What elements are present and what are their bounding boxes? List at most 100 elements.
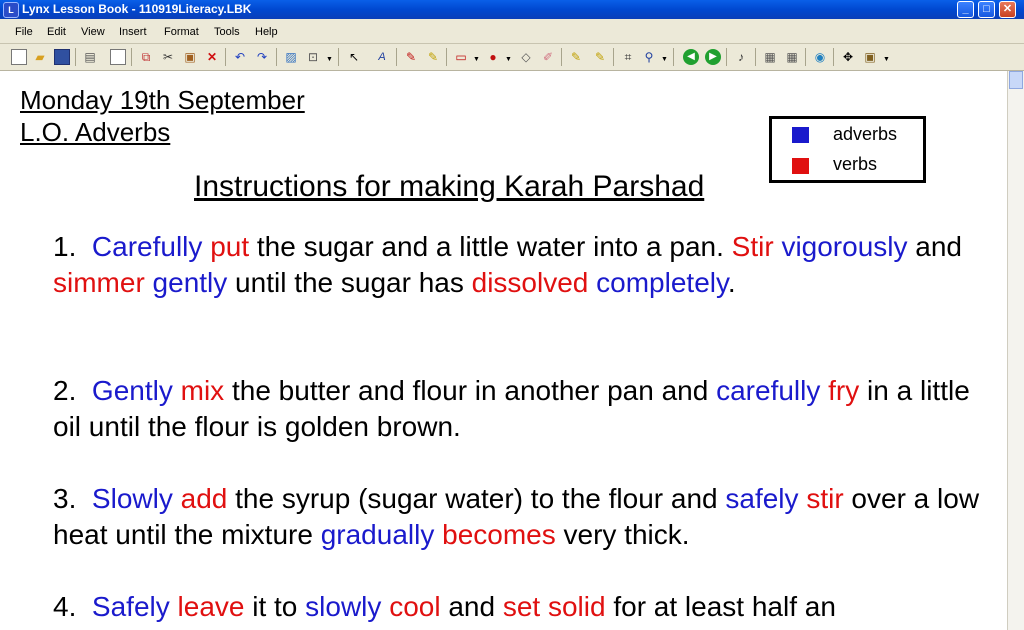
- link-icon[interactable]: ⚲: [641, 49, 657, 65]
- instruction-text: [588, 267, 596, 298]
- instruction-text: the syrup (sugar water) to the flour and: [227, 483, 726, 514]
- menu-file[interactable]: File: [15, 26, 33, 38]
- instruction-text: for at least half an: [605, 591, 836, 622]
- instruction-text: the butter and flour in another pan and: [224, 375, 717, 406]
- forward-icon[interactable]: ▶: [705, 49, 721, 65]
- open-icon[interactable]: ▰: [32, 49, 48, 65]
- verb-word: add: [180, 483, 228, 514]
- back-icon[interactable]: ◀: [683, 49, 699, 65]
- verb-word: mix: [180, 375, 225, 406]
- step-number: 2.: [53, 375, 92, 406]
- toolbar: ▰ ▤ ⧉ ✂ ▣ ✕ ↶ ↷ ▨ ⊡ ▼ ↖ A ✎ ✎ ▭ ▼ ● ▼ ◇ …: [0, 44, 1024, 71]
- vertical-scrollbar[interactable]: [1007, 71, 1024, 630]
- scrollbar-thumb[interactable]: [1009, 71, 1023, 89]
- window-title: Lynx Lesson Book - 110919Literacy.LBK: [22, 2, 252, 16]
- cut-icon[interactable]: ✂: [160, 49, 176, 65]
- text-style-icon[interactable]: A: [374, 49, 390, 65]
- legend-label-adverbs: adverbs: [833, 124, 898, 144]
- calculator-icon[interactable]: ▦: [784, 49, 800, 65]
- adverb-word: safely: [725, 483, 799, 514]
- adverb-word: Slowly: [91, 483, 173, 514]
- instruction-text: very thick.: [555, 519, 690, 550]
- verb-word: put: [210, 231, 250, 262]
- save-icon[interactable]: [54, 49, 70, 65]
- instruction-text: until the sugar has: [227, 267, 472, 298]
- select-arrow-icon[interactable]: ↖: [346, 49, 362, 65]
- close-button[interactable]: ✕: [999, 1, 1016, 18]
- adverb-word: Gently: [91, 375, 173, 406]
- legend-label-verbs: verbs: [833, 154, 878, 174]
- redo-icon[interactable]: ↷: [254, 49, 270, 65]
- move-icon[interactable]: ✥: [840, 49, 856, 65]
- step-number: 3.: [53, 483, 92, 514]
- adverb-word: Safely: [91, 591, 170, 622]
- menu-help[interactable]: Help: [255, 26, 278, 38]
- settings-icon[interactable]: ▣: [862, 49, 878, 65]
- delete-icon[interactable]: ✕: [204, 49, 220, 65]
- instruction-1: 1. Carefully put the sugar and a little …: [53, 229, 983, 301]
- menu-bar: File Edit View Insert Format Tools Help: [0, 19, 1024, 44]
- new-icon[interactable]: [11, 49, 27, 65]
- pen-icon[interactable]: ✎: [403, 49, 419, 65]
- shape-icon[interactable]: ▭: [453, 49, 469, 65]
- adverb-word: gradually: [320, 519, 435, 550]
- image-icon[interactable]: ▨: [283, 49, 299, 65]
- print-icon[interactable]: ▤: [82, 49, 98, 65]
- instruction-text: .: [727, 267, 736, 298]
- instruction-text: and: [907, 231, 962, 262]
- verb-word: cool: [389, 591, 441, 622]
- adverb-swatch: [792, 127, 809, 143]
- menu-edit[interactable]: Edit: [47, 26, 66, 38]
- title-bar[interactable]: L Lynx Lesson Book - 110919Literacy.LBK …: [0, 0, 1024, 19]
- menu-insert[interactable]: Insert: [119, 26, 147, 38]
- globe-icon[interactable]: ◉: [812, 49, 828, 65]
- eraser-icon[interactable]: ◇: [518, 49, 534, 65]
- verb-swatch: [792, 158, 809, 174]
- instruction-text: it to: [244, 591, 306, 622]
- instruction-3: 3. Slowly add the syrup (sugar water) to…: [53, 481, 983, 553]
- instruction-4: 4. Safely leave it to slowly cool and se…: [53, 589, 983, 625]
- instruction-text: the sugar and a little water into a pan.: [249, 231, 732, 262]
- learning-objective: L.O. Adverbs: [20, 117, 171, 147]
- copy-icon[interactable]: ⧉: [138, 49, 154, 65]
- paste-icon[interactable]: ▣: [182, 49, 198, 65]
- instruction-text: [173, 483, 181, 514]
- audio-icon[interactable]: ♪: [733, 49, 749, 65]
- adverb-word: carefully: [716, 375, 821, 406]
- menu-view[interactable]: View: [81, 26, 105, 38]
- page-icon[interactable]: [110, 49, 126, 65]
- page-title: Instructions for making Karah Parshad: [194, 170, 705, 203]
- lesson-page[interactable]: Monday 19th September L.O. Adverbs Instr…: [0, 71, 1007, 630]
- instruction-2: 2. Gently mix the butter and flour in an…: [53, 373, 983, 445]
- adverb-word: Carefully: [91, 231, 203, 262]
- adverb-word: slowly: [305, 591, 382, 622]
- marker-2-icon[interactable]: ✎: [592, 49, 608, 65]
- verb-word: set solid: [502, 591, 606, 622]
- instruction-text: and: [440, 591, 503, 622]
- instruction-text: [170, 591, 178, 622]
- minimize-button[interactable]: _: [957, 1, 974, 18]
- crop-icon[interactable]: ⌗: [620, 49, 636, 65]
- keyboard-icon[interactable]: ▦: [762, 49, 778, 65]
- undo-icon[interactable]: ↶: [232, 49, 248, 65]
- date-heading: Monday 19th September: [20, 85, 305, 115]
- adverb-word: completely: [596, 267, 728, 298]
- maximize-button[interactable]: □: [978, 1, 995, 18]
- instruction-text: [434, 519, 442, 550]
- fill-icon[interactable]: ●: [485, 49, 501, 65]
- menu-tools[interactable]: Tools: [214, 26, 240, 38]
- color-legend: adverbs verbs: [769, 116, 926, 183]
- highlighter-icon[interactable]: ✎: [425, 49, 441, 65]
- marker-icon[interactable]: ✎: [568, 49, 584, 65]
- lynx-app-icon[interactable]: L: [3, 2, 19, 18]
- verb-word: stir: [806, 483, 844, 514]
- verb-word: Stir: [731, 231, 774, 262]
- menu-format[interactable]: Format: [164, 26, 199, 38]
- adverb-word: gently: [152, 267, 228, 298]
- instruction-text: [173, 375, 181, 406]
- pencil-icon[interactable]: ✐: [540, 49, 556, 65]
- verb-word: becomes: [442, 519, 556, 550]
- instruction-text: [820, 375, 828, 406]
- verb-word: simmer: [53, 267, 145, 298]
- zoom-icon[interactable]: ⊡: [305, 49, 321, 65]
